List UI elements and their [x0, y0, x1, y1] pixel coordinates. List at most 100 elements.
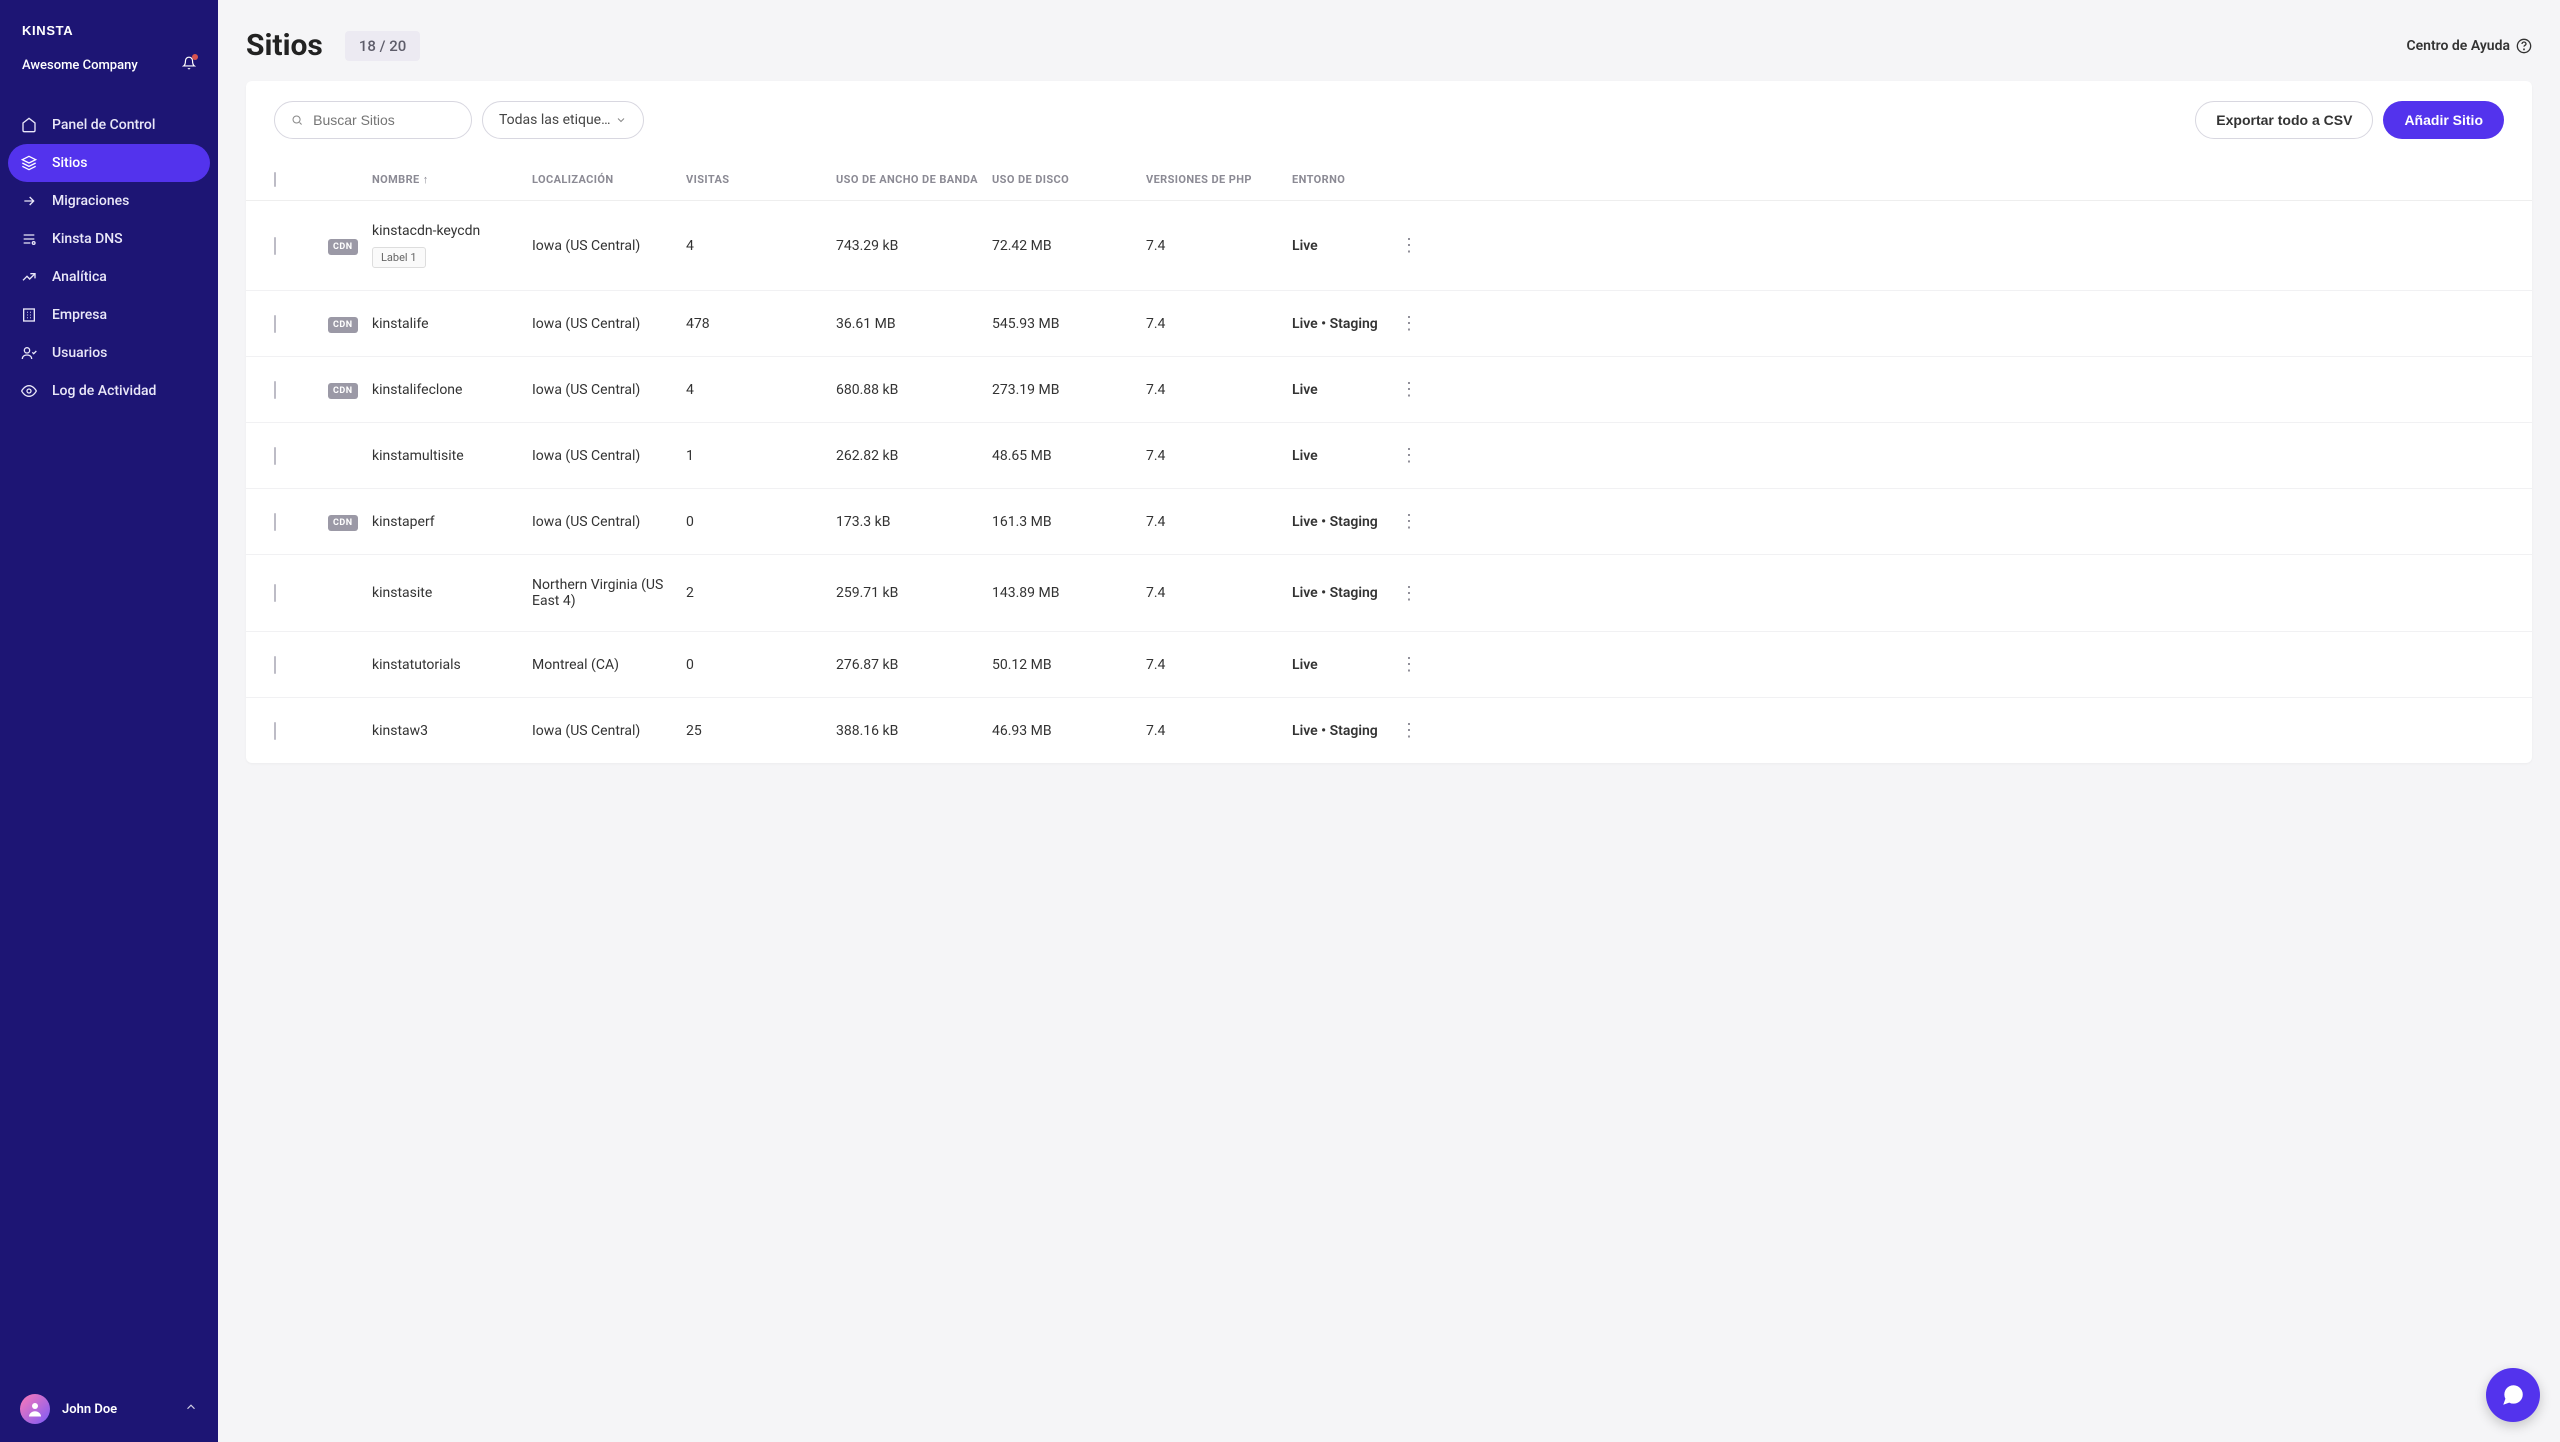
site-name[interactable]: kinstalifeclone — [372, 382, 462, 398]
cell-bandwidth: 276.87 kB — [836, 657, 992, 673]
cell-env: Live — [1292, 448, 1392, 464]
col-env[interactable]: ENTORNO — [1292, 173, 1392, 186]
cell-location: Iowa (US Central) — [532, 448, 686, 464]
table-row[interactable]: kinstatutorialsMontreal (CA)0276.87 kB50… — [246, 632, 2532, 698]
sidebar-item-analytics[interactable]: Analítica — [0, 258, 218, 296]
site-name[interactable]: kinstalife — [372, 316, 429, 332]
add-site-button[interactable]: Añadir Sitio — [2383, 101, 2504, 139]
row-checkbox[interactable] — [274, 722, 276, 740]
table-row[interactable]: CDNkinstacdn-keycdnLabel 1Iowa (US Centr… — [246, 201, 2532, 291]
row-checkbox[interactable] — [274, 584, 276, 602]
col-php[interactable]: VERSIONES DE PHP — [1146, 173, 1292, 186]
labels-filter-label: Todas las etique… — [499, 112, 610, 128]
notifications-bell-icon[interactable] — [182, 56, 196, 74]
table-row[interactable]: CDNkinstalifecloneIowa (US Central)4680.… — [246, 357, 2532, 423]
cell-disk: 48.65 MB — [992, 448, 1146, 464]
row-actions-menu[interactable]: ⋮ — [1392, 235, 1426, 256]
cell-location: Iowa (US Central) — [532, 514, 686, 530]
col-bandwidth[interactable]: USO DE ANCHO DE BANDA — [836, 173, 992, 186]
migration-icon — [20, 192, 38, 210]
cell-bandwidth: 680.88 kB — [836, 382, 992, 398]
site-name[interactable]: kinstacdn-keycdn — [372, 223, 480, 239]
row-actions-menu[interactable]: ⋮ — [1392, 583, 1426, 604]
row-checkbox[interactable] — [274, 513, 276, 531]
row-checkbox[interactable] — [274, 237, 276, 255]
col-location[interactable]: LOCALIZACIÓN — [532, 173, 686, 186]
cell-env: Live • Staging — [1292, 585, 1392, 601]
chevron-up-icon — [184, 1400, 198, 1418]
help-center-link[interactable]: Centro de Ayuda — [2406, 38, 2532, 54]
site-name[interactable]: kinstatutorials — [372, 657, 461, 673]
site-name[interactable]: kinstamultisite — [372, 448, 464, 464]
sidebar-item-sites[interactable]: Sitios — [8, 144, 210, 182]
avatar — [20, 1394, 50, 1424]
row-actions-menu[interactable]: ⋮ — [1392, 379, 1426, 400]
select-all-checkbox[interactable] — [274, 172, 276, 187]
table-row[interactable]: kinstamultisiteIowa (US Central)1262.82 … — [246, 423, 2532, 489]
sidebar-item-label: Migraciones — [52, 193, 129, 209]
row-checkbox[interactable] — [274, 656, 276, 674]
cell-env: Live — [1292, 657, 1392, 673]
cell-visits: 1 — [686, 448, 836, 464]
layers-icon — [20, 154, 38, 172]
chart-icon — [20, 268, 38, 286]
site-name[interactable]: kinstasite — [372, 585, 432, 601]
cell-env: Live — [1292, 382, 1392, 398]
col-name[interactable]: NOMBRE ↑ — [372, 173, 532, 186]
sidebar-item-label: Analítica — [52, 269, 107, 285]
row-checkbox[interactable] — [274, 447, 276, 465]
main-content: Sitios 18 / 20 Centro de Ayuda Todas las… — [218, 0, 2560, 1442]
sidebar-item-company[interactable]: Empresa — [0, 296, 218, 334]
company-name[interactable]: Awesome Company — [22, 58, 138, 73]
cell-visits: 2 — [686, 585, 836, 601]
sidebar-item-activity[interactable]: Log de Actividad — [0, 372, 218, 410]
search-input[interactable] — [313, 112, 455, 128]
nav-list: Panel de Control Sitios Migraciones Kins… — [0, 98, 218, 418]
cdn-badge: CDN — [328, 515, 358, 531]
cell-bandwidth: 173.3 kB — [836, 514, 992, 530]
search-input-wrapper[interactable] — [274, 101, 472, 139]
svg-text:KINSTA: KINSTA — [22, 23, 73, 38]
col-disk[interactable]: USO DE DISCO — [992, 173, 1146, 186]
row-checkbox[interactable] — [274, 315, 276, 333]
cell-disk: 143.89 MB — [992, 585, 1146, 601]
table-row[interactable]: CDNkinstalifeIowa (US Central)47836.61 M… — [246, 291, 2532, 357]
table-row[interactable]: kinstaw3Iowa (US Central)25388.16 kB46.9… — [246, 698, 2532, 763]
cell-location: Iowa (US Central) — [532, 316, 686, 332]
export-csv-button[interactable]: Exportar todo a CSV — [2195, 101, 2373, 139]
user-menu[interactable]: John Doe — [0, 1376, 218, 1442]
row-actions-menu[interactable]: ⋮ — [1392, 511, 1426, 532]
cell-php: 7.4 — [1146, 657, 1292, 673]
sidebar: KINSTA Awesome Company Panel de Control … — [0, 0, 218, 1442]
page-header: Sitios 18 / 20 Centro de Ayuda — [246, 0, 2532, 81]
cell-bandwidth: 388.16 kB — [836, 723, 992, 739]
sidebar-item-dns[interactable]: Kinsta DNS — [0, 220, 218, 258]
cell-location: Montreal (CA) — [532, 657, 686, 673]
row-actions-menu[interactable]: ⋮ — [1392, 654, 1426, 675]
table-row[interactable]: kinstasiteNorthern Virginia (US East 4)2… — [246, 555, 2532, 632]
table-row[interactable]: CDNkinstaperfIowa (US Central)0173.3 kB1… — [246, 489, 2532, 555]
row-actions-menu[interactable]: ⋮ — [1392, 445, 1426, 466]
col-visits[interactable]: VISITAS — [686, 173, 836, 186]
cell-env: Live — [1292, 238, 1392, 254]
cell-php: 7.4 — [1146, 723, 1292, 739]
sites-count-badge: 18 / 20 — [345, 31, 420, 61]
sidebar-item-migrations[interactable]: Migraciones — [0, 182, 218, 220]
chevron-down-icon — [615, 114, 627, 126]
cell-env: Live • Staging — [1292, 723, 1392, 739]
row-checkbox[interactable] — [274, 381, 276, 399]
chat-fab[interactable] — [2486, 1368, 2540, 1422]
cell-location: Iowa (US Central) — [532, 238, 686, 254]
cell-visits: 0 — [686, 657, 836, 673]
users-icon — [20, 344, 38, 362]
row-actions-menu[interactable]: ⋮ — [1392, 313, 1426, 334]
cell-env: Live • Staging — [1292, 316, 1392, 332]
site-name[interactable]: kinstaw3 — [372, 723, 428, 739]
sidebar-item-dashboard[interactable]: Panel de Control — [0, 106, 218, 144]
cell-disk: 545.93 MB — [992, 316, 1146, 332]
sidebar-item-users[interactable]: Usuarios — [0, 334, 218, 372]
site-name[interactable]: kinstaperf — [372, 514, 435, 530]
sidebar-item-label: Panel de Control — [52, 117, 155, 133]
labels-filter-select[interactable]: Todas las etique… — [482, 101, 644, 139]
row-actions-menu[interactable]: ⋮ — [1392, 720, 1426, 741]
